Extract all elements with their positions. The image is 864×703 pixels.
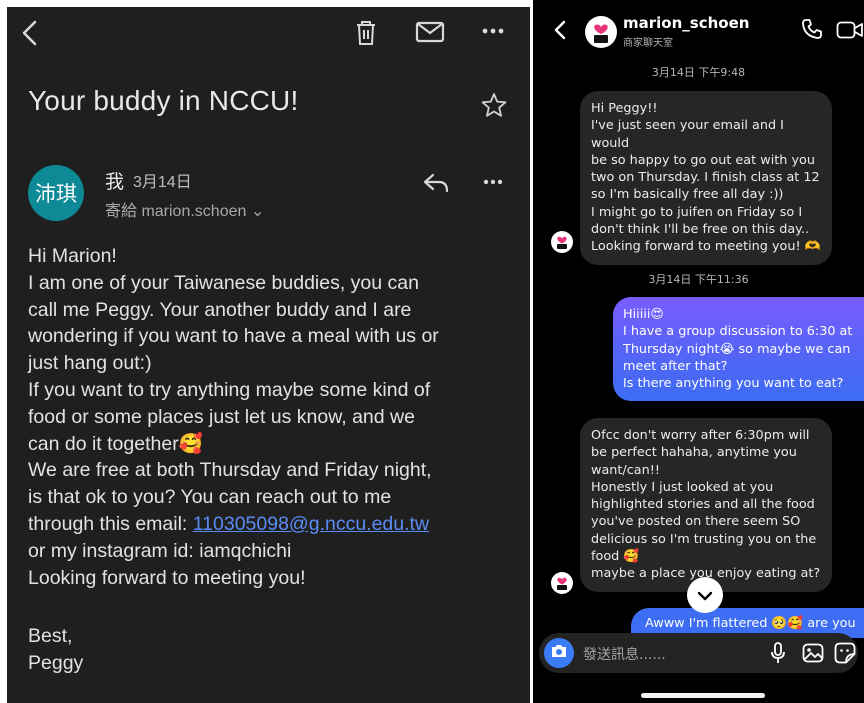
message-line: Honestly I just looked at you <box>591 479 774 495</box>
body-line: call me Peggy. Your another buddy and I … <box>28 298 412 321</box>
sender-mini-avatar <box>551 572 573 594</box>
message-line: Thursday night😭 so maybe we can <box>623 341 851 357</box>
back-icon[interactable] <box>21 20 39 46</box>
message-line: Hiiiii😍 <box>623 307 664 322</box>
phone-icon[interactable] <box>801 18 823 40</box>
star-icon[interactable] <box>481 92 507 118</box>
recipient-toggle[interactable]: 寄給 marion.schoen ⌄ <box>105 197 264 221</box>
email-body: Hi Marion! I am one of your Taiwanese bu… <box>28 243 523 591</box>
message-line: want/can!! <box>591 462 660 478</box>
trash-icon[interactable] <box>355 20 377 46</box>
message-incoming[interactable]: Hi Peggy!! I've just seen your email and… <box>580 91 832 265</box>
signature-block: Best, Peggy <box>28 623 83 677</box>
email-link[interactable]: 110305098@g.nccu.edu.tw <box>193 513 429 535</box>
more-icon[interactable] <box>481 27 505 35</box>
message-line: two on Thursday. I finish class at 12 <box>591 170 820 186</box>
body-line: Hi Marion! <box>28 245 117 267</box>
message-line: don't think I'll be free on this day.. <box>591 222 810 238</box>
message-line: I have a group discussion to 6:30 at <box>623 324 853 340</box>
chat-username[interactable]: marion_schoen <box>623 14 749 32</box>
message-more-icon[interactable] <box>483 179 503 185</box>
message-line: highlighted stories and all the food <box>591 497 815 513</box>
message-line: I might go to juifen on Friday so I <box>591 204 803 220</box>
email-panel: Your buddy in NCCU! 沛琪 我 3月14日 寄給 marion… <box>7 7 530 703</box>
dm-panel: marion_schoen 商家聊天室 3月14日 下午9:48 Hi Pegg… <box>533 0 864 703</box>
message-input[interactable]: 發送訊息...... <box>583 644 666 664</box>
mail-icon[interactable] <box>415 20 445 44</box>
message-outgoing[interactable]: Hiiiii😍 I have a group discussion to 6:3… <box>613 297 864 402</box>
camera-icon <box>550 643 568 663</box>
message-incoming[interactable]: Ofcc don't worry after 6:30pm will be pe… <box>580 418 832 592</box>
chevron-down-icon <box>697 586 713 605</box>
message-line: food 🥰 <box>591 549 640 565</box>
chat-subtitle: 商家聊天室 <box>623 38 673 49</box>
message-line: be so happy to go out eat with you <box>591 152 815 168</box>
mic-icon[interactable] <box>770 642 786 664</box>
body-line: food or some places just let us know, an… <box>28 405 415 428</box>
body-line: can do it together🥰 <box>28 432 203 455</box>
message-line: I've just seen your email and I would <box>591 118 784 151</box>
message-line: Ofcc don't worry after 6:30pm will <box>591 428 810 443</box>
message-line: meet after that? <box>623 358 728 374</box>
body-line: I am one of your Taiwanese buddies, you … <box>28 271 419 294</box>
timestamp: 3月14日 下午11:36 <box>648 273 749 286</box>
back-icon[interactable] <box>553 20 567 40</box>
message-line: be perfect hahaha, anytime you <box>591 445 797 461</box>
body-line: wondering if you want to have a meal wit… <box>28 325 439 348</box>
message-line: so I'm basically free all day :)) <box>591 187 784 203</box>
body-line: just hang out:) <box>28 352 152 375</box>
sticker-icon[interactable] <box>834 642 856 664</box>
avatar[interactable] <box>585 16 617 48</box>
sender-name: 我 <box>105 172 125 193</box>
body-line: Looking forward to meeting you! <box>28 566 306 589</box>
body-line: or my instagram id: iamqchichi <box>28 539 292 562</box>
message-line: delicious so I'm trusting you on the <box>591 531 817 547</box>
email-date: 3月14日 <box>133 174 192 191</box>
message-line: Looking forward to meeting you! 🫶 <box>591 239 821 255</box>
message-line: you've posted on there seem SO <box>591 514 801 530</box>
signoff: Best, <box>28 625 73 647</box>
message-composer[interactable]: 發送訊息...... <box>539 633 858 673</box>
body-line: We are free at both Thursday and Friday … <box>28 459 432 482</box>
video-icon[interactable] <box>836 21 864 39</box>
sender-avatar: 沛琪 <box>28 165 84 221</box>
home-indicator <box>641 693 765 698</box>
body-line-text: through this email: <box>28 512 193 535</box>
message-line: Is there anything you want to eat? <box>623 376 844 392</box>
message-line: Hi Peggy!! <box>591 101 658 116</box>
body-line: is that ok to you? You can reach out to … <box>28 486 392 509</box>
timestamp: 3月14日 下午9:48 <box>651 66 746 79</box>
reply-icon[interactable] <box>423 173 449 193</box>
camera-button[interactable] <box>544 638 574 668</box>
body-line: If you want to try anything maybe some k… <box>28 378 431 401</box>
signature-name: Peggy <box>28 652 84 674</box>
gallery-icon[interactable] <box>802 643 824 663</box>
sender-mini-avatar <box>551 231 573 253</box>
scroll-down-button[interactable] <box>687 577 723 613</box>
body-line: through this email: 110305098@g.nccu.edu… <box>28 511 523 538</box>
email-subject: Your buddy in NCCU! <box>28 85 299 116</box>
